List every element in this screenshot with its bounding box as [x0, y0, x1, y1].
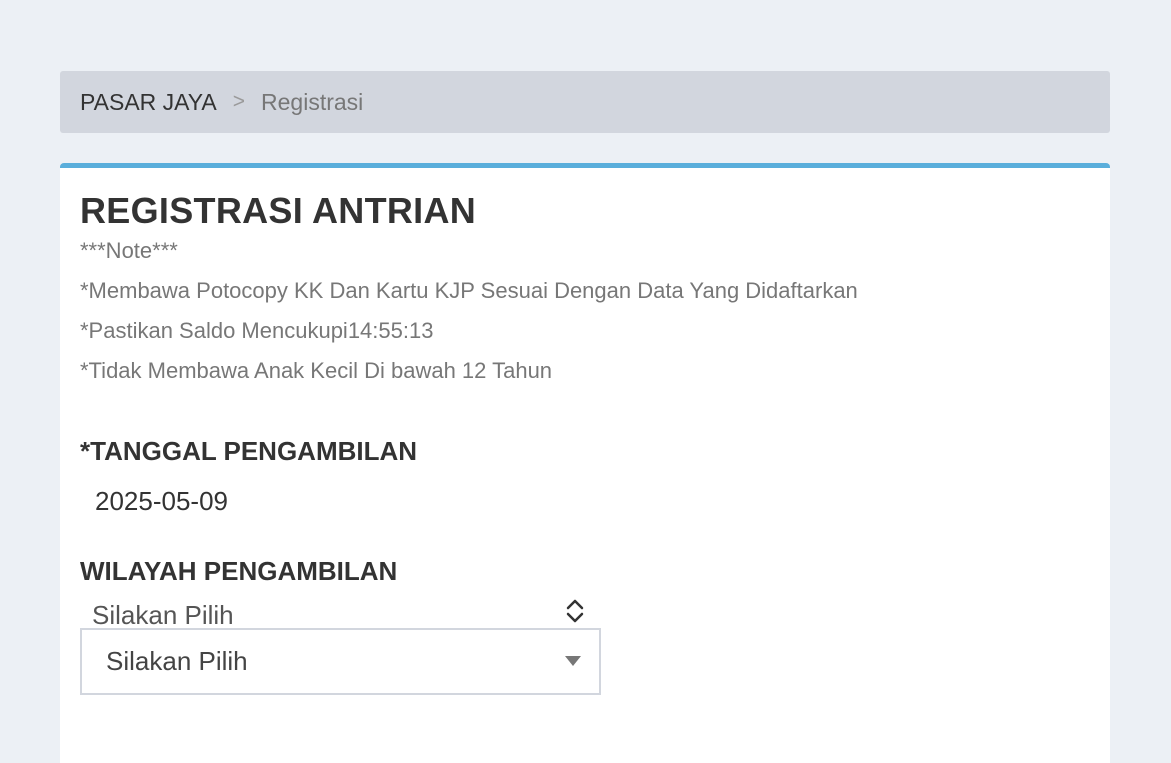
tanggal-date-input[interactable]: 2025-05-09 [95, 486, 228, 517]
tanggal-label: *TANGGAL PENGAMBILAN [80, 436, 418, 466]
note-item: *Membawa Potocopy KK Dan Kartu KJP Sesua… [80, 278, 858, 303]
breadcrumb-current: Registrasi [261, 88, 364, 115]
note-heading: ***Note*** [80, 238, 178, 263]
caret-down-icon [565, 656, 581, 666]
breadcrumb-home-link[interactable]: PASAR JAYA [80, 89, 217, 116]
wilayah-native-select-value: Silakan Pilih [92, 600, 234, 630]
up-down-arrows-icon [563, 596, 587, 628]
registration-card: REGISTRASI ANTRIAN ***Note*** *Membawa P… [60, 163, 1110, 763]
note-item: *Tidak Membawa Anak Kecil Di bawah 12 Ta… [80, 358, 553, 383]
note-item: *Pastikan Saldo Mencukupi14:55:13 [80, 318, 434, 343]
page-title: REGISTRASI ANTRIAN [80, 190, 477, 231]
wilayah-select-value: Silakan Pilih [106, 646, 248, 676]
breadcrumb: PASAR JAYA > Registrasi [60, 71, 1110, 133]
wilayah-select[interactable]: Silakan Pilih [80, 628, 601, 695]
breadcrumb-separator: > [232, 90, 246, 113]
wilayah-label: WILAYAH PENGAMBILAN [80, 556, 398, 586]
